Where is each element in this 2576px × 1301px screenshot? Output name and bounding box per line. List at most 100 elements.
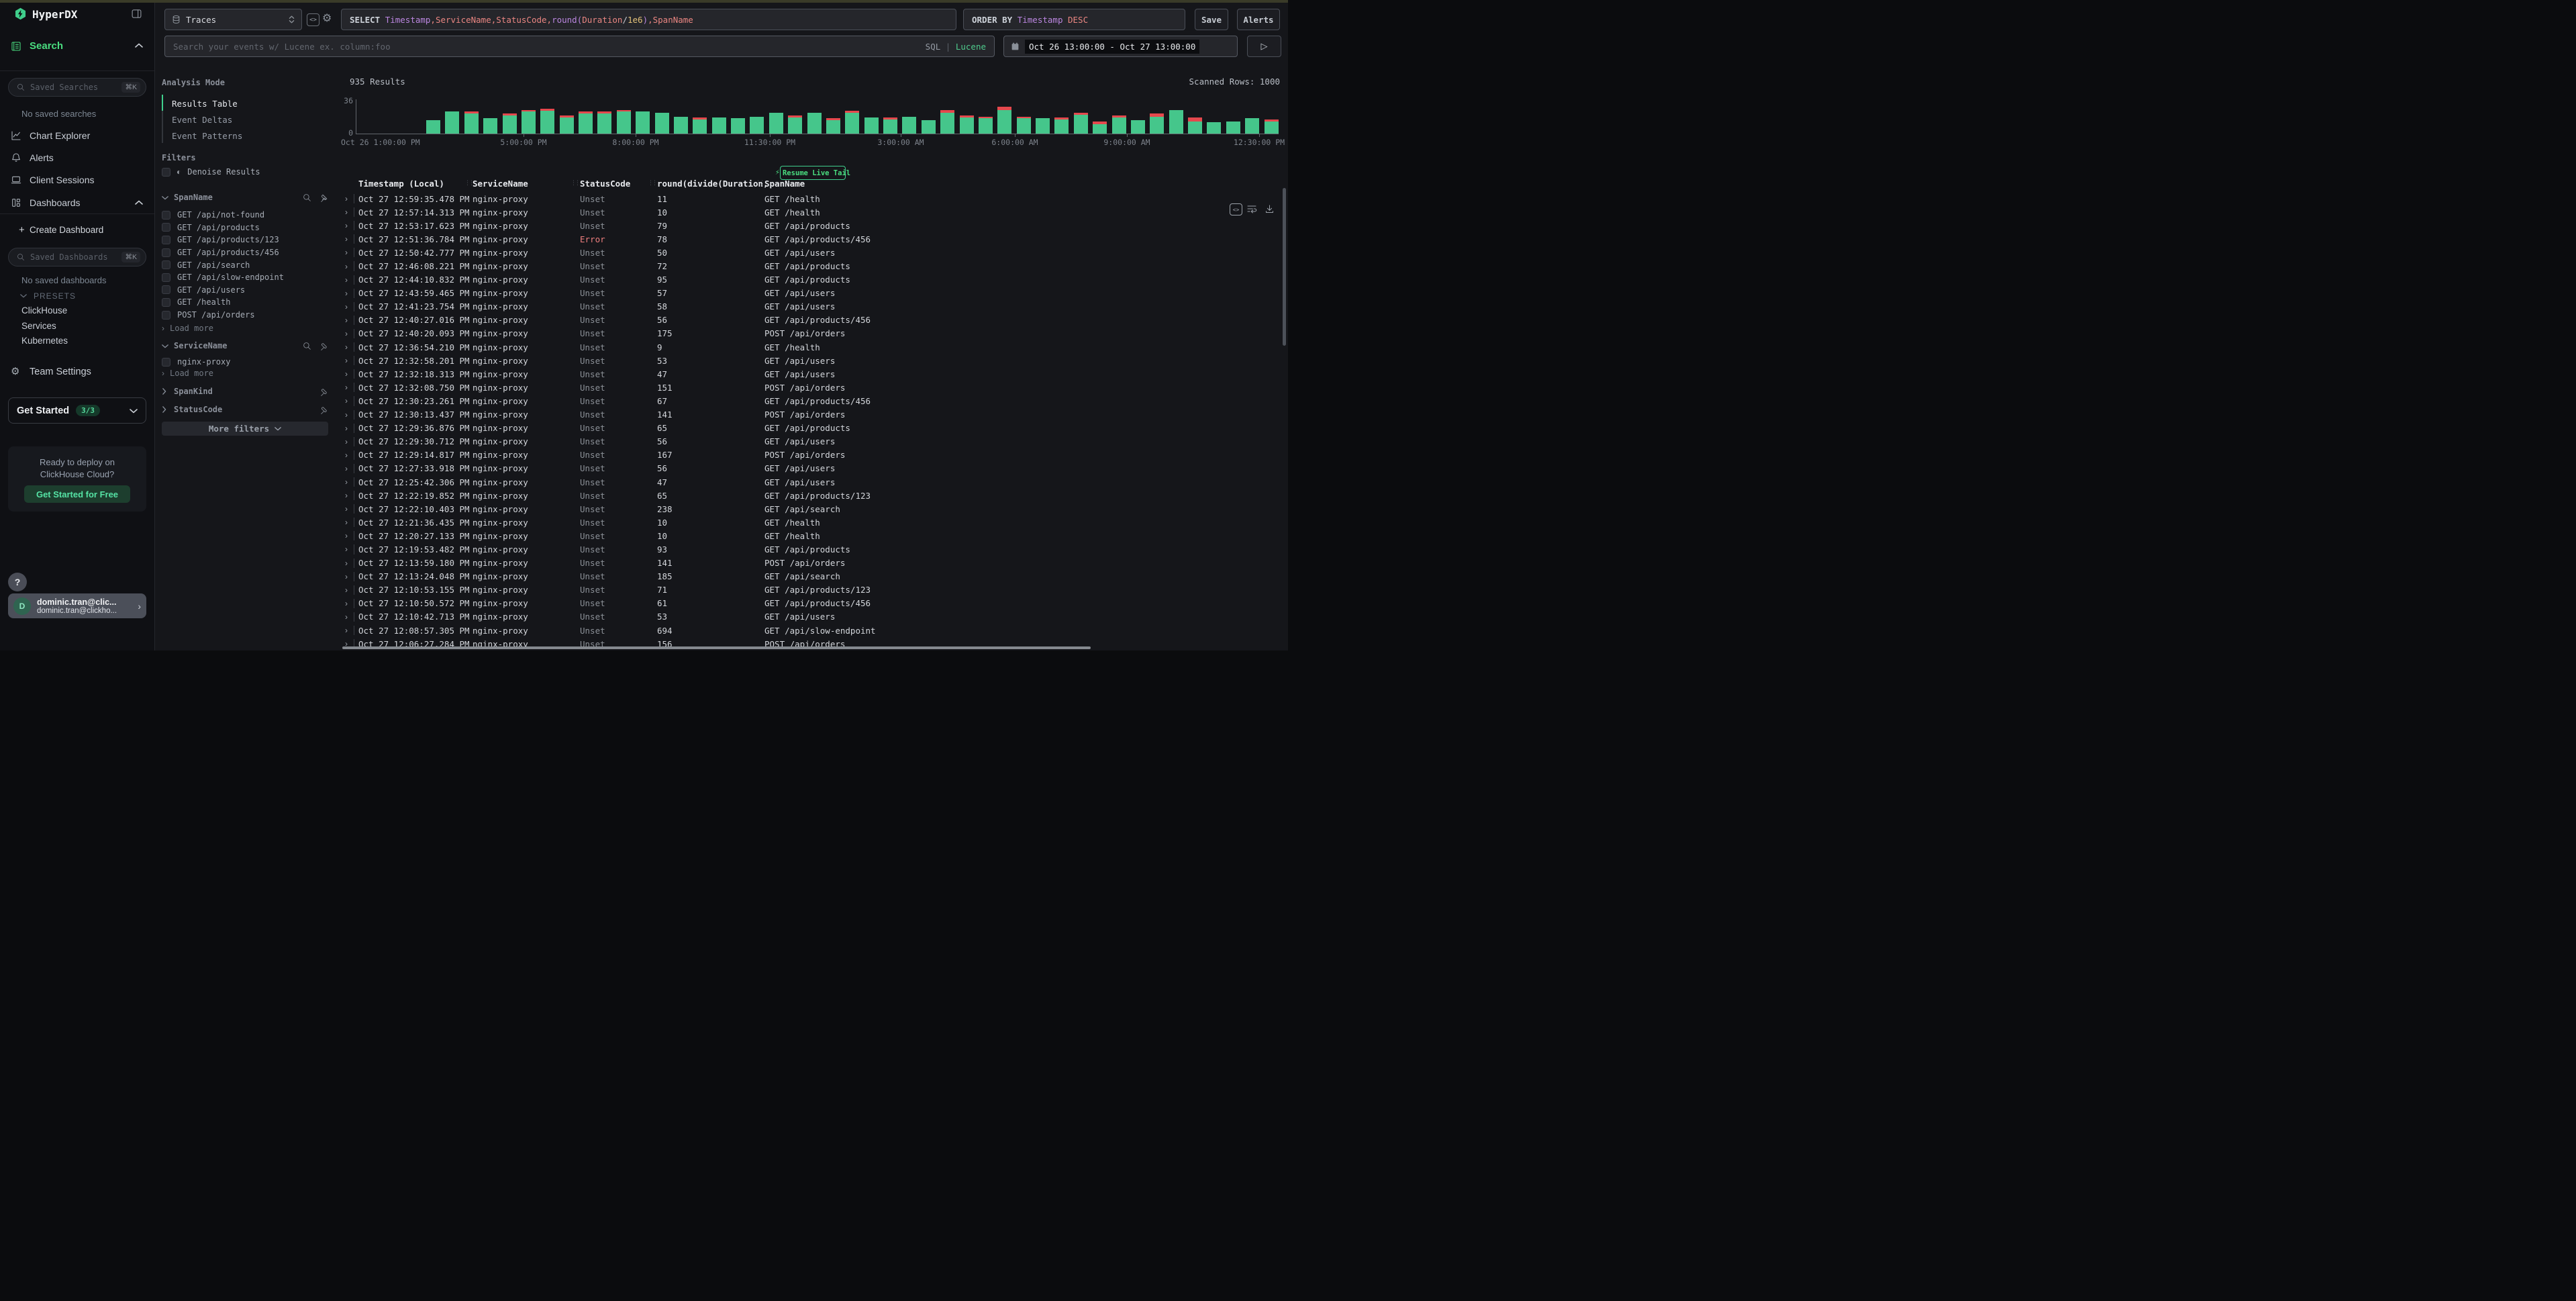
filter-group-spanname[interactable]: SpanName [162,193,328,202]
row-expand-icon[interactable]: › [345,302,348,311]
pin-icon[interactable] [319,405,328,414]
filter-item[interactable]: GET /api/not-found [162,209,336,222]
mode-event-patterns[interactable]: Event Patterns [172,131,242,141]
orderby-input[interactable]: ORDER BY Timestamp DESC [963,9,1185,30]
row-expand-icon[interactable]: › [345,289,348,298]
row-expand-icon[interactable]: › [345,234,348,244]
row-expand-icon[interactable]: › [345,612,348,622]
row-expand-icon[interactable]: › [345,221,348,230]
search-icon[interactable] [303,342,311,350]
sidebar-item-search[interactable]: Search [30,40,63,52]
filter-checkbox[interactable] [162,223,170,232]
run-query-button[interactable]: ▷ [1247,36,1281,57]
row-expand-icon[interactable]: › [345,450,348,460]
filter-checkbox[interactable] [162,260,170,269]
table-row[interactable]: ›Oct 27 12:36:54.210 PMnginx-proxyUnset9… [342,340,1281,354]
code-view-icon[interactable]: <> [307,13,319,26]
filter-item[interactable]: POST /api/orders [162,309,336,322]
filter-checkbox[interactable] [162,358,170,367]
chevron-up-icon[interactable] [135,200,143,205]
pin-icon[interactable] [319,387,328,396]
row-expand-icon[interactable]: › [345,194,348,203]
row-expand-icon[interactable]: › [345,316,348,325]
row-expand-icon[interactable]: › [345,275,348,285]
table-row[interactable]: ›Oct 27 12:25:42.306 PMnginx-proxyUnset4… [342,475,1281,489]
filter-checkbox[interactable] [162,285,170,294]
chevron-up-icon[interactable] [135,43,143,48]
saved-searches-input[interactable]: Saved Searches ⌘K [8,78,146,97]
filter-item[interactable]: GET /health [162,296,336,309]
sidebar-item-dashboards[interactable]: Dashboards [30,197,81,208]
lang-sql-toggle[interactable]: SQL [926,42,941,52]
row-expand-icon[interactable]: › [345,599,348,608]
col-timestamp[interactable]: Timestamp (Local) [358,179,444,189]
table-row[interactable]: ›Oct 27 12:13:59.180 PMnginx-proxyUnset1… [342,557,1281,570]
table-row[interactable]: ›Oct 27 12:10:42.713 PMnginx-proxyUnset5… [342,610,1281,624]
row-expand-icon[interactable]: › [345,329,348,338]
table-row[interactable]: ›Oct 27 12:29:36.876 PMnginx-proxyUnset6… [342,422,1281,435]
sidebar-item-kubernetes[interactable]: Kubernetes [21,336,68,346]
column-drag-handle[interactable]: ⋮⋮ [464,179,473,187]
mode-results-table[interactable]: Results Table [172,99,238,109]
table-row[interactable]: ›Oct 27 12:51:36.784 PMnginx-proxyError7… [342,232,1281,246]
sidebar-item-clickhouse[interactable]: ClickHouse [21,305,67,316]
row-expand-icon[interactable]: › [345,585,348,595]
table-row[interactable]: ›Oct 27 12:43:59.465 PMnginx-proxyUnset5… [342,287,1281,300]
table-row[interactable]: ›Oct 27 12:50:42.777 PMnginx-proxyUnset5… [342,246,1281,259]
servicename-load-more[interactable]: ›Load more [162,369,213,378]
table-row[interactable]: ›Oct 27 12:10:53.155 PMnginx-proxyUnset7… [342,583,1281,597]
filter-item[interactable]: GET /api/slow-endpoint [162,271,336,284]
presets-section-label[interactable]: PRESETS [34,291,76,301]
filter-checkbox[interactable] [162,311,170,320]
search-icon[interactable] [303,193,311,202]
filter-checkbox[interactable] [162,211,170,220]
sidebar-item-alerts[interactable]: Alerts [30,152,54,163]
col-spanname[interactable]: SpanName [764,179,805,189]
row-expand-icon[interactable]: › [345,518,348,527]
user-profile[interactable]: D dominic.tran@clic... dominic.tran@clic… [8,593,146,618]
help-button[interactable]: ? [8,573,27,591]
filter-item[interactable]: GET /api/products [162,222,336,234]
more-filters-button[interactable]: More filters [162,422,328,436]
row-expand-icon[interactable]: › [345,356,348,365]
filter-checkbox[interactable] [162,273,170,282]
filter-item[interactable]: GET /api/search [162,258,336,271]
table-row[interactable]: ›Oct 27 12:19:53.482 PMnginx-proxyUnset9… [342,542,1281,556]
table-row[interactable]: ›Oct 27 12:30:13.437 PMnginx-proxyUnset1… [342,408,1281,422]
row-expand-icon[interactable]: › [345,207,348,217]
table-row[interactable]: ›Oct 27 12:08:57.305 PMnginx-proxyUnset6… [342,624,1281,637]
filter-group-spankind[interactable]: SpanKind [162,387,328,396]
table-row[interactable]: ›Oct 27 12:32:08.750 PMnginx-proxyUnset1… [342,381,1281,394]
sidebar-item-chart-explorer[interactable]: Chart Explorer [30,130,90,141]
column-drag-handle[interactable]: ⋮⋮ [648,179,656,187]
table-row[interactable]: ›Oct 27 12:29:14.817 PMnginx-proxyUnset1… [342,448,1281,462]
table-row[interactable]: ›Oct 27 12:53:17.623 PMnginx-proxyUnset7… [342,219,1281,232]
filter-item[interactable]: nginx-proxy [162,356,336,369]
table-row[interactable]: ›Oct 27 12:10:50.572 PMnginx-proxyUnset6… [342,597,1281,610]
pin-icon[interactable] [319,193,328,202]
denoise-checkbox[interactable] [162,168,170,177]
mode-event-deltas[interactable]: Event Deltas [172,115,232,125]
vertical-scrollbar[interactable] [1283,188,1286,346]
row-expand-icon[interactable]: › [345,572,348,581]
table-row[interactable]: ›Oct 27 12:57:14.313 PMnginx-proxyUnset1… [342,205,1281,219]
filter-checkbox[interactable] [162,248,170,257]
col-duration[interactable]: round(divide(Duration, [657,179,769,189]
row-expand-icon[interactable]: › [345,544,348,554]
row-expand-icon[interactable]: › [345,464,348,473]
date-range-picker[interactable]: Oct 26 13:00:00 - Oct 27 13:00:00 [1003,36,1238,57]
spanname-load-more[interactable]: ›Load more [162,324,213,333]
column-drag-handle[interactable]: ⋮⋮ [755,179,763,187]
row-expand-icon[interactable]: › [345,369,348,379]
table-row[interactable]: ›Oct 27 12:22:19.852 PMnginx-proxyUnset6… [342,489,1281,502]
search-input[interactable]: Search your events w/ Lucene ex. column:… [164,36,995,57]
filter-checkbox[interactable] [162,298,170,307]
row-expand-icon[interactable]: › [345,424,348,433]
column-drag-handle[interactable]: ⋮⋮ [571,179,579,187]
source-select[interactable]: Traces [164,9,302,30]
table-row[interactable]: ›Oct 27 12:27:33.918 PMnginx-proxyUnset5… [342,462,1281,475]
get-started-toggle[interactable]: Get Started 3/3 [8,397,146,424]
alerts-button[interactable]: Alerts [1237,9,1280,30]
row-expand-icon[interactable]: › [345,342,348,352]
filter-group-servicename[interactable]: ServiceName [162,341,328,350]
